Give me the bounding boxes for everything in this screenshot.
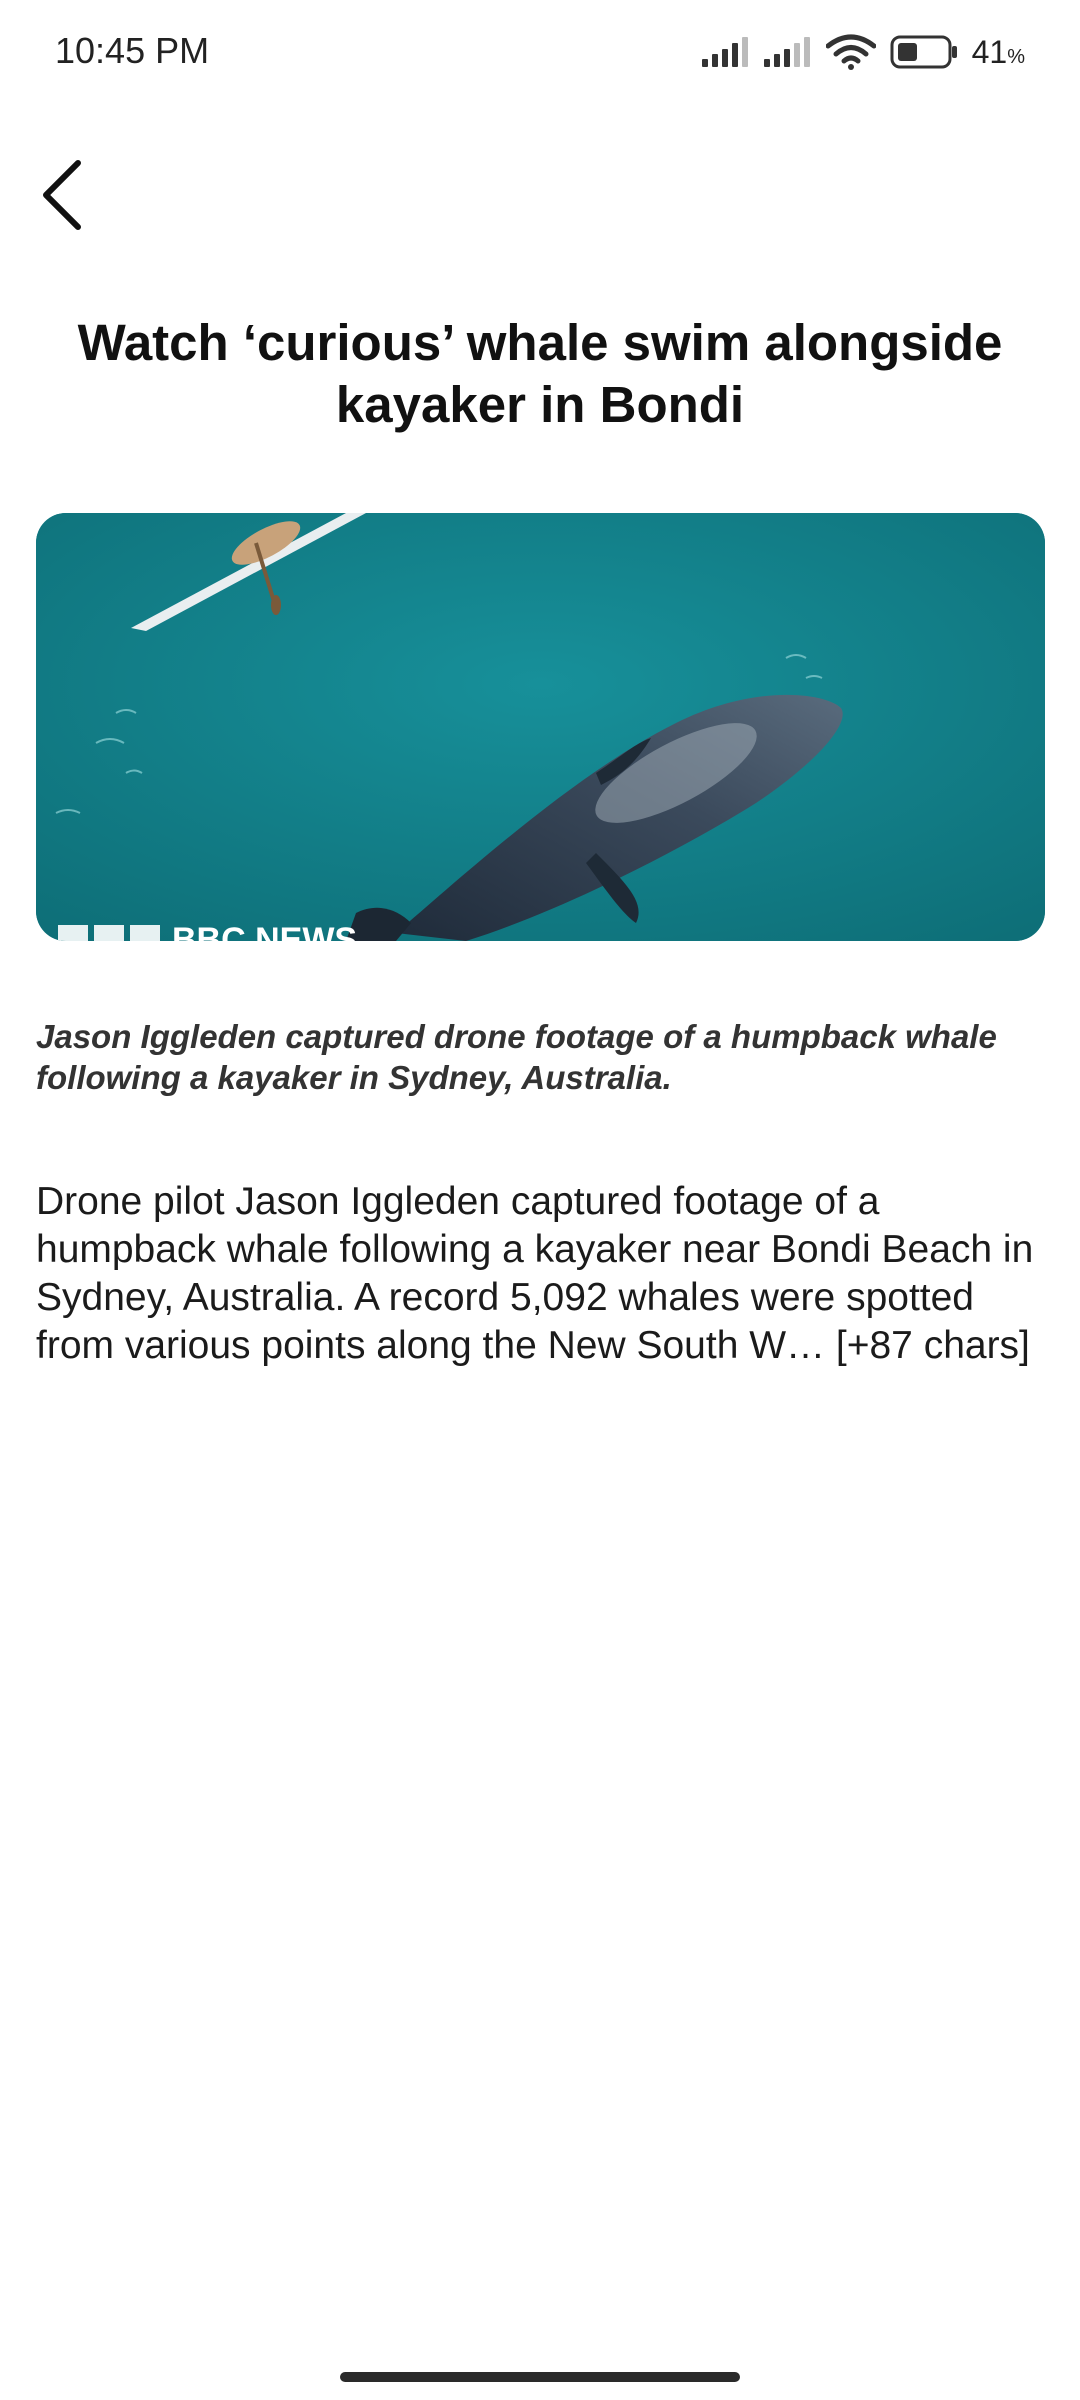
signal-icon xyxy=(763,37,812,67)
bbc-watermark: BBC NEWS xyxy=(172,921,357,941)
article-hero-image[interactable]: BBC NEWS xyxy=(36,513,1045,941)
battery-icon xyxy=(890,35,958,69)
battery-level-fill xyxy=(897,43,917,61)
wifi-icon xyxy=(825,34,876,70)
image-caption: Jason Iggleden captured drone footage of… xyxy=(36,1018,997,1096)
battery-percent: 41% xyxy=(972,34,1025,71)
signal-icon xyxy=(701,37,750,67)
status-time: 10:45 PM xyxy=(55,30,210,71)
article-title: Watch ‘curious’ whale swim alongside kay… xyxy=(77,314,1003,433)
battery-percent-sign: % xyxy=(1007,45,1025,68)
status-bar: 10:45 PM 41% xyxy=(0,0,1080,104)
home-indicator[interactable] xyxy=(340,2372,740,2382)
article-body: Drone pilot Jason Iggleden captured foot… xyxy=(36,1180,1034,1367)
battery-percent-value: 41 xyxy=(971,33,1008,70)
chevron-left-icon xyxy=(43,160,81,230)
status-icons: 41% xyxy=(701,30,1025,74)
back-button[interactable] xyxy=(28,150,98,240)
